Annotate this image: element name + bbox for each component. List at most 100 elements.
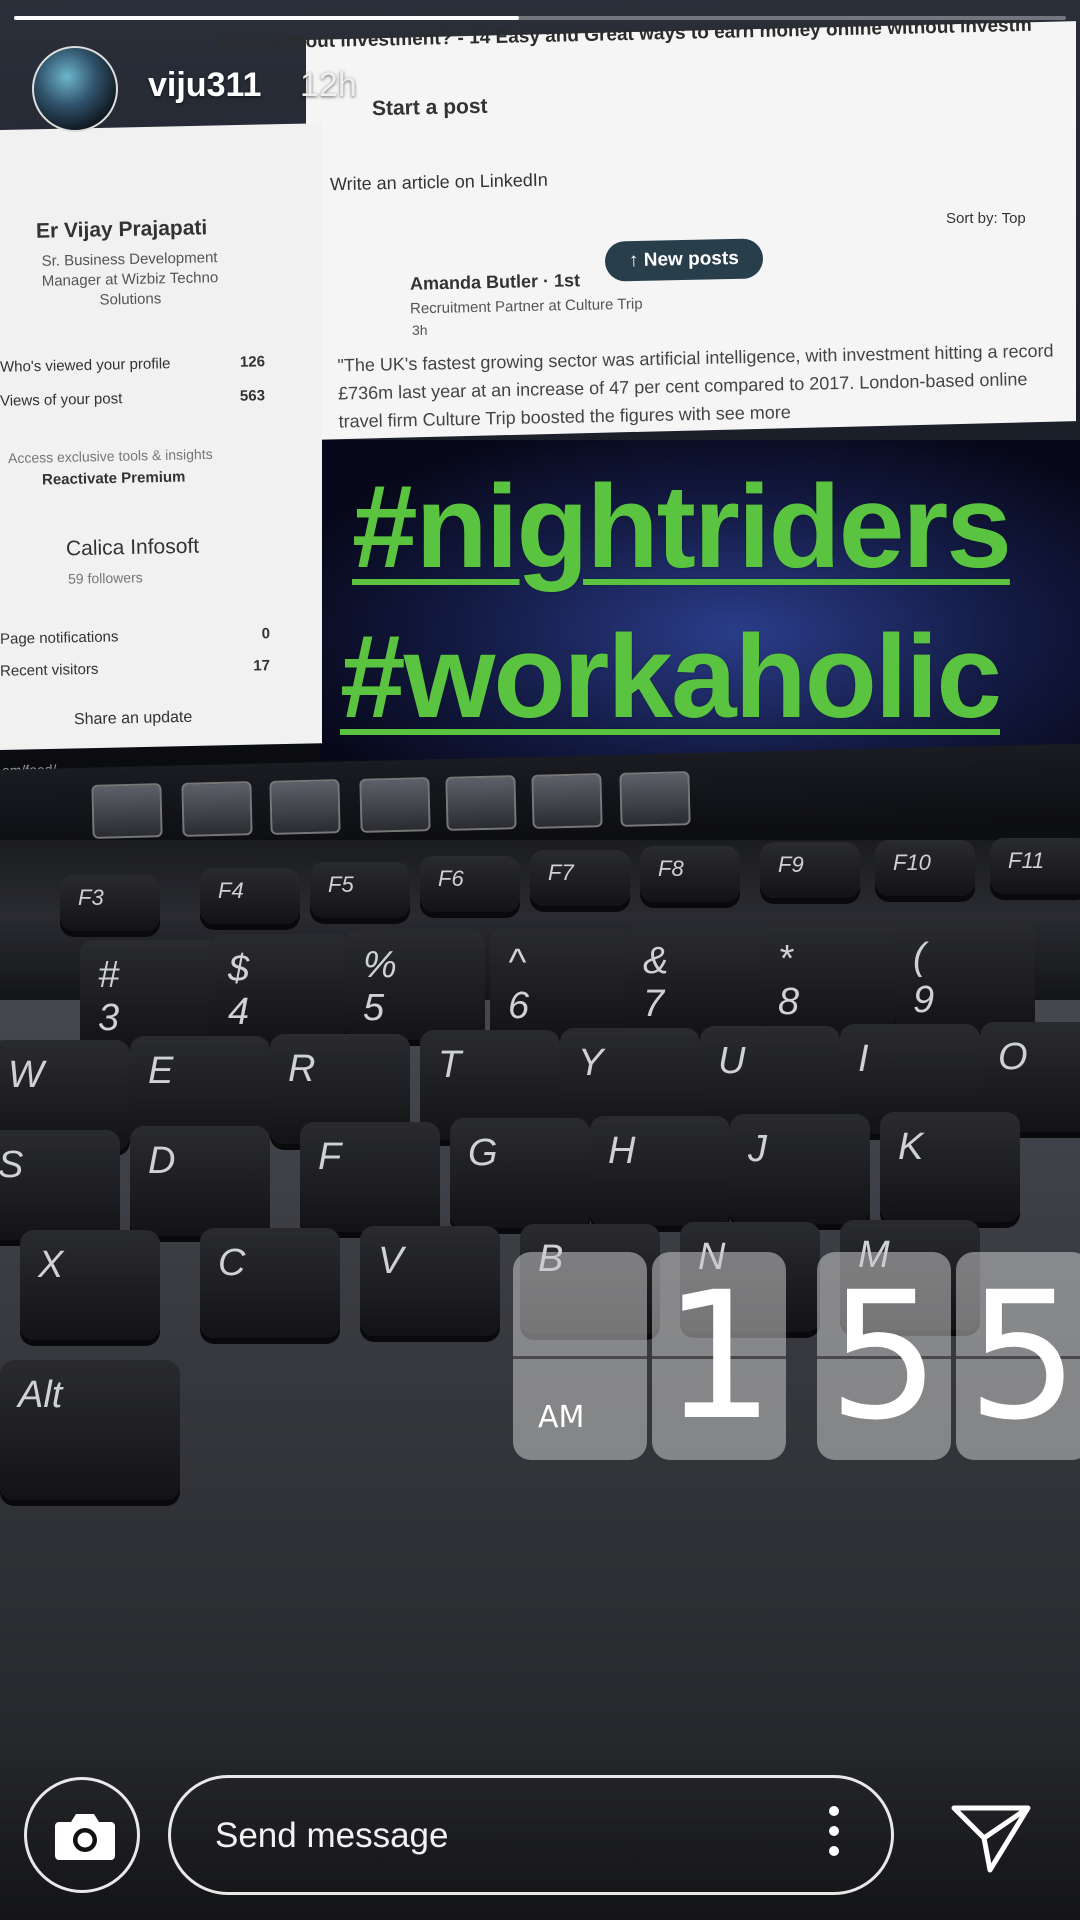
keyboard-key: F11: [990, 838, 1080, 894]
avatar[interactable]: [32, 46, 118, 132]
clock-digit: 5: [967, 1254, 1079, 1459]
keyboard-key: F3: [60, 875, 160, 931]
app-icon: [619, 771, 691, 827]
story-photo: Earn without investment? - 14 Easy and G…: [0, 0, 1080, 1920]
keyboard-key-label: I: [858, 1038, 869, 1080]
keyboard-key: F9: [760, 842, 860, 898]
keyboard-key: K: [880, 1112, 1020, 1222]
send-button[interactable]: [948, 1800, 1034, 1876]
keyboard-key-label: W: [8, 1054, 44, 1096]
keyboard-key: F4: [200, 868, 300, 924]
keyboard-key-label: * 8: [778, 938, 800, 1023]
keyboard-key: % 5: [345, 930, 485, 1040]
keyboard-key: F6: [420, 856, 520, 912]
story-username[interactable]: viju311: [148, 66, 261, 105]
keyboard-key: & 7: [625, 926, 765, 1036]
keyboard-key-label: C: [218, 1242, 246, 1284]
sort-by-text: Sort by: Top: [946, 210, 1026, 227]
keyboard-key-label: F8: [658, 856, 684, 881]
keyboard-key: Alt: [0, 1360, 180, 1500]
hashtag-sticker-workaholic[interactable]: #workaholic: [340, 618, 1002, 736]
keyboard-key-label: F7: [548, 860, 574, 885]
more-vertical-icon[interactable]: [827, 1806, 841, 1866]
keyboard-key-label: V: [378, 1240, 404, 1282]
profile-stat-value: 126: [239, 353, 266, 371]
keyboard-key-label: K: [898, 1126, 924, 1168]
profile-role: Sr. Business Development Manager at Wizb…: [41, 249, 219, 309]
keyboard-key-label: & 7: [643, 940, 669, 1025]
keyboard-key: J: [730, 1114, 870, 1224]
company-stat-value: 0: [261, 625, 271, 643]
clock-digit: 5: [828, 1254, 940, 1459]
keyboard-key: S: [0, 1130, 120, 1240]
keyboard-key-label: F6: [438, 866, 464, 891]
post-body: "The UK's fastest growing sector was art…: [337, 336, 1059, 435]
company-stat-value: 17: [253, 657, 271, 675]
keyboard-key-label: F5: [328, 872, 354, 897]
keyboard-key-label: ^ 6: [508, 942, 530, 1027]
excel-icon: [531, 773, 603, 829]
skype-icon: [269, 779, 341, 835]
keyboard-key-label: S: [0, 1144, 24, 1186]
hashtag-text: #workaholic: [340, 611, 1002, 743]
post-time: 3h: [412, 322, 428, 338]
network-icon: [359, 777, 431, 833]
story-progress-bar: [14, 16, 1066, 20]
keyboard-key: F5: [310, 862, 410, 918]
keyboard-key-label: H: [608, 1130, 636, 1172]
new-posts-pill: ↑ New posts: [604, 238, 764, 282]
clock-ampm: AM: [538, 1400, 585, 1435]
keyboard-key-label: F4: [218, 878, 244, 903]
keyboard-key-label: F3: [78, 885, 104, 910]
story-progress-fill: [14, 16, 519, 20]
post-see-more: see more: [715, 402, 791, 424]
keyboard-key-label: E: [148, 1050, 174, 1092]
keyboard-key-label: ( 9: [913, 936, 935, 1021]
company-name: Calica Infosoft: [65, 534, 200, 561]
post-body-text: "The UK's fastest growing sector was art…: [337, 340, 1054, 432]
keyboard-key-label: Alt: [18, 1374, 63, 1416]
keyboard-key-label: F10: [893, 850, 931, 875]
camera-button[interactable]: [24, 1777, 140, 1893]
profile-stat-value: 563: [239, 387, 266, 405]
keyboard-key: F7: [530, 850, 630, 906]
keyboard-key: F8: [640, 846, 740, 902]
company-followers: 59 followers: [67, 569, 143, 587]
profile-stat-label: Who's viewed your profile: [0, 355, 171, 376]
keyboard-key: G: [450, 1118, 590, 1228]
camera-icon: [55, 1814, 115, 1860]
keyboard-key-label: Y: [578, 1042, 604, 1084]
start-post-text: Start a post: [371, 94, 488, 121]
keyboard-key: * 8: [760, 924, 900, 1034]
story-age: 12h: [300, 66, 357, 104]
profile-name: Er Vijay Prajapati: [35, 216, 208, 243]
keyboard-key-label: F9: [778, 852, 804, 877]
company-stat-label: Page notifications: [0, 628, 119, 648]
send-message-input[interactable]: Send message: [168, 1775, 894, 1895]
keyboard-key: # 3: [80, 940, 220, 1050]
keyboard-key: H: [590, 1116, 730, 1226]
keyboard-key: $ 4: [210, 934, 350, 1044]
hashtag-sticker-nightriders[interactable]: #nightriders: [352, 468, 1012, 586]
keyboard-key: V: [360, 1226, 500, 1336]
keyboard-key: ( 9: [895, 922, 1035, 1032]
keyboard-key: X: [20, 1230, 160, 1340]
keyboard-key-label: T: [438, 1044, 462, 1086]
keyboard-key-label: # 3: [98, 954, 120, 1039]
profile-stat-label: Views of your post: [0, 390, 123, 410]
keyboard-key: D: [130, 1126, 270, 1236]
chrome-icon: [91, 783, 163, 839]
sticky-notes-icon: [181, 781, 253, 837]
keyboard-key: F10: [875, 840, 975, 896]
keyboard-key-label: J: [748, 1128, 767, 1170]
keyboard-key: ^ 6: [490, 928, 630, 1038]
keyboard-key-label: O: [998, 1036, 1028, 1078]
keyboard-key-label: % 5: [363, 944, 397, 1029]
keyboard-key-label: $ 4: [228, 948, 250, 1033]
hashtag-text: #nightriders: [352, 461, 1012, 593]
clock-digit: 1: [663, 1254, 775, 1459]
keyboard-key: C: [200, 1228, 340, 1338]
keyboard-key-label: G: [468, 1132, 498, 1174]
keyboard-key-label: D: [148, 1140, 176, 1182]
file-explorer-icon: [445, 775, 517, 831]
